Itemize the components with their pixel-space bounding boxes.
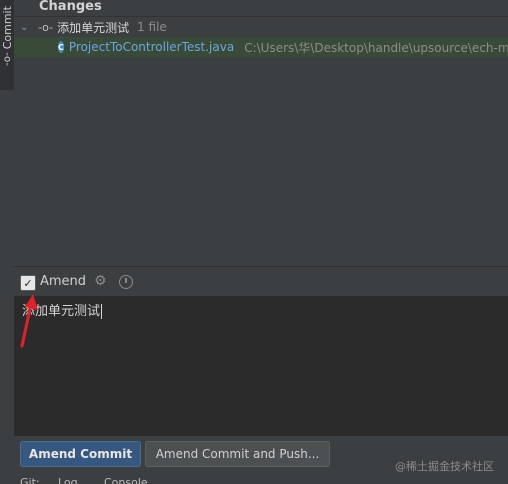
amend-checkbox[interactable]: ✓	[20, 275, 36, 291]
bottom-tab-strip: Git: Log Console	[14, 472, 508, 484]
amend-toolbar: ✓ Amend ⚙	[14, 266, 508, 297]
changes-title: Changes	[39, 0, 102, 14]
java-class-icon: C	[58, 41, 64, 53]
changelist-name: 添加单元测试	[57, 20, 130, 35]
tab-console[interactable]: Console	[104, 476, 148, 484]
side-tool-strip: -o- Commit	[0, 0, 15, 484]
commit-tool-tab[interactable]: -o- Commit	[0, 0, 14, 90]
commit-icon: -o-	[1, 52, 13, 66]
commit-node-icon: -o-	[38, 20, 54, 34]
changes-tree: ⌄ -o- 添加单元测试 1 file C ProjectToControlle…	[14, 17, 508, 281]
changelist-row[interactable]: ⌄ -o- 添加单元测试 1 file	[14, 17, 508, 37]
changes-header: Changes	[14, 0, 508, 17]
commit-message-editor[interactable]: 添加单元测试	[14, 296, 508, 436]
file-row[interactable]: C ProjectToControllerTest.java C:\Users\…	[14, 37, 508, 57]
commit-buttons-bar: Amend Commit Amend Commit and Push... @稀…	[14, 436, 508, 473]
history-clock-icon[interactable]	[119, 275, 133, 289]
amend-commit-button[interactable]: Amend Commit	[20, 441, 141, 467]
file-name[interactable]: ProjectToControllerTest.java	[69, 40, 234, 54]
changelist-count: 1 file	[137, 20, 167, 34]
text-cursor	[101, 304, 103, 319]
amend-commit-push-button[interactable]: Amend Commit and Push...	[145, 441, 330, 467]
amend-label[interactable]: Amend	[40, 274, 86, 289]
red-arrow-annotation	[20, 294, 38, 348]
commit-tab-label: -o- Commit	[0, 6, 14, 66]
chevron-down-icon[interactable]: ⌄	[20, 22, 34, 33]
file-path: C:\Users\华\Desktop\handle\upsource\ech-m	[244, 40, 508, 55]
commit-panel: Changes ⌄ -o- 添加单元测试 1 file C ProjectToC…	[14, 0, 508, 484]
tab-git[interactable]: Git:	[20, 476, 40, 484]
gear-icon[interactable]: ⚙	[94, 273, 107, 289]
tab-log[interactable]: Log	[58, 476, 78, 484]
commit-tab-text: Commit	[0, 6, 14, 50]
